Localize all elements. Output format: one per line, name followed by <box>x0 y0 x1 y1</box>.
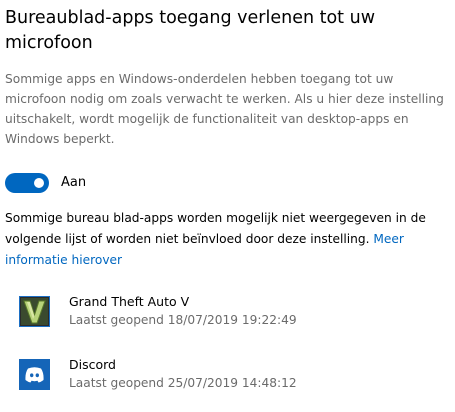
app-name: Grand Theft Auto V <box>69 294 190 309</box>
app-last-opened: Laatst geopend 25/07/2019 14:48:12 <box>69 376 297 390</box>
app-text-discord: Discord Laatst geopend 25/07/2019 14:48:… <box>69 356 297 392</box>
description-text: Sommige apps en Windows-onderdelen hebbe… <box>5 72 444 146</box>
discord-icon <box>19 353 50 395</box>
app-item-discord: Discord Laatst geopend 25/07/2019 14:48:… <box>19 352 297 396</box>
microphone-access-toggle[interactable] <box>5 173 49 193</box>
app-text-gta-v: Grand Theft Auto V Laatst geopend 18/07/… <box>69 293 297 329</box>
gta-v-icon <box>19 290 50 332</box>
app-item-gta-v: Grand Theft Auto V Laatst geopend 18/07/… <box>19 289 297 333</box>
toggle-knob <box>34 178 44 188</box>
microphone-access-toggle-row: Aan <box>5 173 86 193</box>
info-text: Sommige bureau blad-apps worden mogelijk… <box>5 208 450 271</box>
toggle-label: Aan <box>61 175 87 190</box>
page-title: Bureaublad-apps toegang verlenen tot uw … <box>5 8 376 53</box>
app-name: Discord <box>69 357 116 372</box>
info-text-body: Sommige bureau blad-apps worden mogelijk… <box>5 211 426 246</box>
app-last-opened: Laatst geopend 18/07/2019 19:22:49 <box>69 313 297 327</box>
